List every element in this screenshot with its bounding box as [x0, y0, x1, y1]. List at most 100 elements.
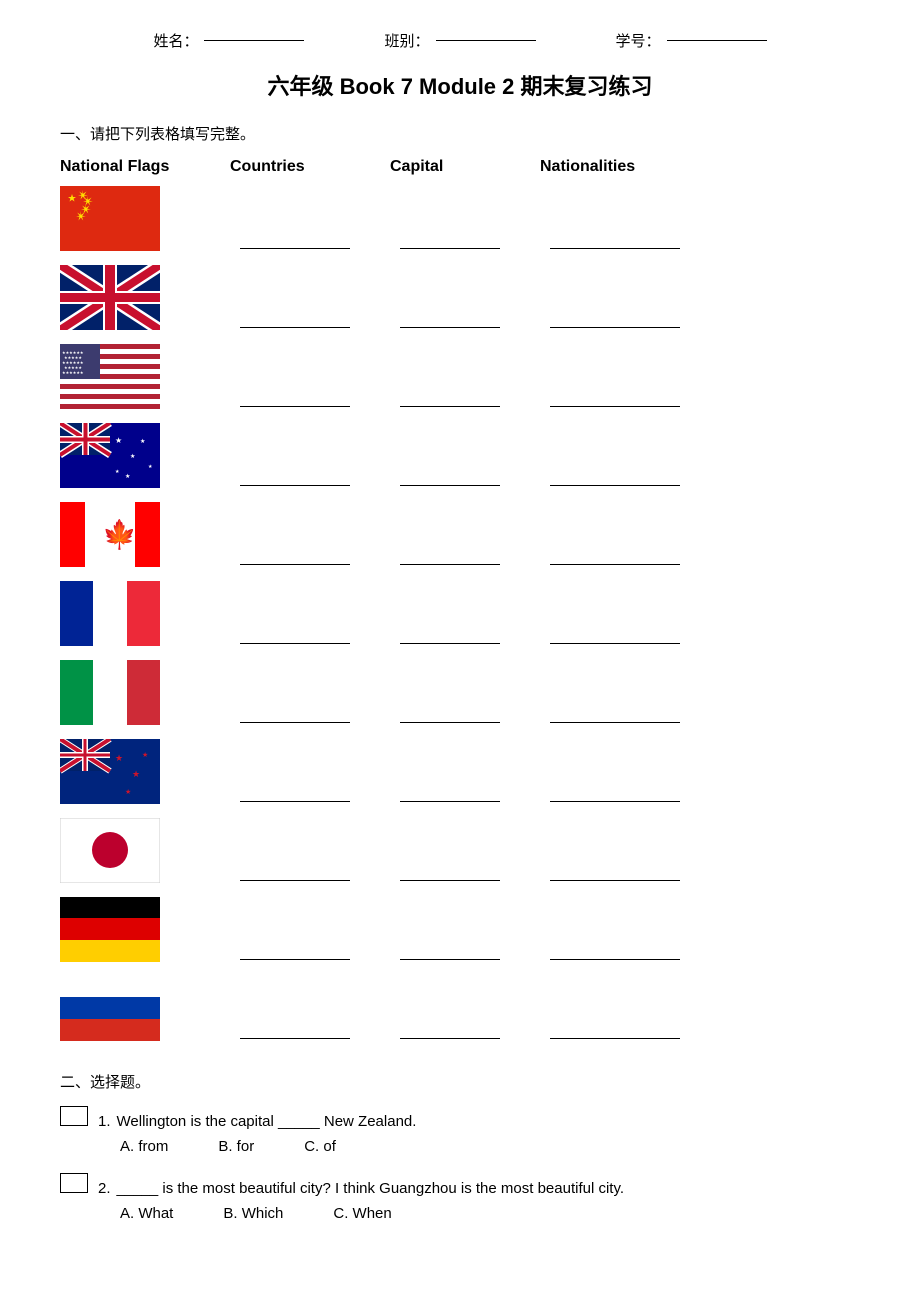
question-1-options: A. from B. for C. of	[120, 1138, 860, 1155]
svg-text:★: ★	[142, 751, 148, 759]
fill-countries-3[interactable]	[240, 406, 350, 407]
flag-germany	[60, 897, 160, 962]
fill-nationalities-7[interactable]	[550, 722, 680, 723]
flag-china	[60, 186, 160, 251]
table-row	[60, 897, 860, 962]
flag-usa: ★★★★★★ ★★★★★ ★★★★★★ ★★★★★ ★★★★★★	[60, 344, 160, 409]
col-flags: National Flags	[60, 158, 220, 176]
fill-nationalities-11[interactable]	[550, 1038, 680, 1039]
q2-option-a: A. What	[120, 1205, 173, 1222]
fill-capital-8[interactable]	[400, 801, 500, 802]
question-2-options: A. What B. Which C. When	[120, 1205, 860, 1222]
svg-text:★: ★	[140, 438, 145, 445]
id-field	[667, 40, 767, 41]
question-2: 2. _____ is the most beautiful city? I t…	[60, 1173, 860, 1222]
fill-capital-9[interactable]	[400, 880, 500, 881]
answer-box-1[interactable]	[60, 1106, 88, 1126]
table-row	[60, 581, 860, 646]
table-row	[60, 265, 860, 330]
fill-nationalities-10[interactable]	[550, 959, 680, 960]
page-title: 六年级 Book 7 Module 2 期末复习练习	[60, 69, 860, 101]
fill-nationalities-9[interactable]	[550, 880, 680, 881]
svg-text:★: ★	[115, 469, 120, 475]
q2-option-c: C. When	[333, 1205, 391, 1222]
svg-text:★: ★	[148, 464, 153, 470]
id-label: 学号：	[616, 30, 661, 51]
fill-capital-11[interactable]	[400, 1038, 500, 1039]
q1-option-a: A. from	[120, 1138, 168, 1155]
fill-nationalities-8[interactable]	[550, 801, 680, 802]
q1-option-c: C. of	[304, 1138, 336, 1155]
fill-countries-2[interactable]	[240, 327, 350, 328]
fill-capital-1[interactable]	[400, 248, 500, 249]
flag-russia	[60, 976, 160, 1041]
fill-capital-2[interactable]	[400, 327, 500, 328]
flag-canada: 🍁	[60, 502, 160, 567]
section1-title: 一、请把下列表格填写完整。	[60, 123, 860, 144]
fill-capital-10[interactable]	[400, 959, 500, 960]
svg-text:★: ★	[125, 473, 130, 480]
table-row: 🍁	[60, 502, 860, 567]
fill-nationalities-1[interactable]	[550, 248, 680, 249]
fill-countries-10[interactable]	[240, 959, 350, 960]
col-countries: Countries	[220, 158, 380, 176]
class-label: 班别：	[384, 30, 429, 51]
answer-box-2[interactable]	[60, 1173, 88, 1193]
question-1-text: Wellington is the capital _____ New Zeal…	[117, 1113, 417, 1130]
name-label: 姓名：	[153, 30, 198, 51]
flag-japan	[60, 818, 160, 883]
fill-countries-1[interactable]	[240, 248, 350, 249]
header-info: 姓名： 班别： 学号：	[60, 30, 860, 51]
fill-countries-5[interactable]	[240, 564, 350, 565]
section1: 一、请把下列表格填写完整。 National Flags Countries C…	[60, 123, 860, 1041]
fill-countries-9[interactable]	[240, 880, 350, 881]
fill-countries-6[interactable]	[240, 643, 350, 644]
flag-australia: ★ ★ ★ ★ ★ ★	[60, 423, 160, 488]
svg-text:★: ★	[130, 453, 135, 460]
fill-nationalities-3[interactable]	[550, 406, 680, 407]
fill-capital-7[interactable]	[400, 722, 500, 723]
table-row: ★ ★ ★ ★	[60, 739, 860, 804]
svg-text:🍁: 🍁	[102, 518, 137, 551]
fill-nationalities-2[interactable]	[550, 327, 680, 328]
col-nationalities: Nationalities	[530, 158, 730, 176]
table-row	[60, 660, 860, 725]
fill-nationalities-4[interactable]	[550, 485, 680, 486]
fill-capital-4[interactable]	[400, 485, 500, 486]
section2: 二、选择题。 1. Wellington is the capital ____…	[60, 1071, 860, 1222]
question-2-number: 2.	[98, 1180, 111, 1197]
table-header: National Flags Countries Capital Nationa…	[60, 158, 860, 176]
fill-nationalities-5[interactable]	[550, 564, 680, 565]
table-row: ★★★★★★ ★★★★★ ★★★★★★ ★★★★★ ★★★★★★	[60, 344, 860, 409]
fill-nationalities-6[interactable]	[550, 643, 680, 644]
fill-capital-5[interactable]	[400, 564, 500, 565]
fill-countries-4[interactable]	[240, 485, 350, 486]
q1-option-b: B. for	[218, 1138, 254, 1155]
section2-title: 二、选择题。	[60, 1071, 860, 1092]
question-1: 1. Wellington is the capital _____ New Z…	[60, 1106, 860, 1155]
class-field	[436, 40, 536, 41]
table-row	[60, 186, 860, 251]
svg-text:★: ★	[132, 769, 140, 779]
svg-text:★: ★	[115, 753, 123, 763]
svg-text:★: ★	[125, 788, 131, 796]
question-2-text: _____ is the most beautiful city? I thin…	[117, 1180, 625, 1197]
table-row: ★ ★ ★ ★ ★ ★	[60, 423, 860, 488]
flag-newzealand: ★ ★ ★ ★	[60, 739, 160, 804]
flag-italy	[60, 660, 160, 725]
q2-option-b: B. Which	[223, 1205, 283, 1222]
fill-countries-8[interactable]	[240, 801, 350, 802]
col-capital: Capital	[380, 158, 530, 176]
table-row	[60, 976, 860, 1041]
name-field	[204, 40, 304, 41]
fill-capital-3[interactable]	[400, 406, 500, 407]
fill-countries-7[interactable]	[240, 722, 350, 723]
flag-uk	[60, 265, 160, 330]
svg-text:★: ★	[115, 436, 122, 445]
table-row	[60, 818, 860, 883]
fill-countries-11[interactable]	[240, 1038, 350, 1039]
svg-text:★★★★★★: ★★★★★★	[62, 370, 84, 375]
flag-france	[60, 581, 160, 646]
question-1-number: 1.	[98, 1113, 111, 1130]
fill-capital-6[interactable]	[400, 643, 500, 644]
